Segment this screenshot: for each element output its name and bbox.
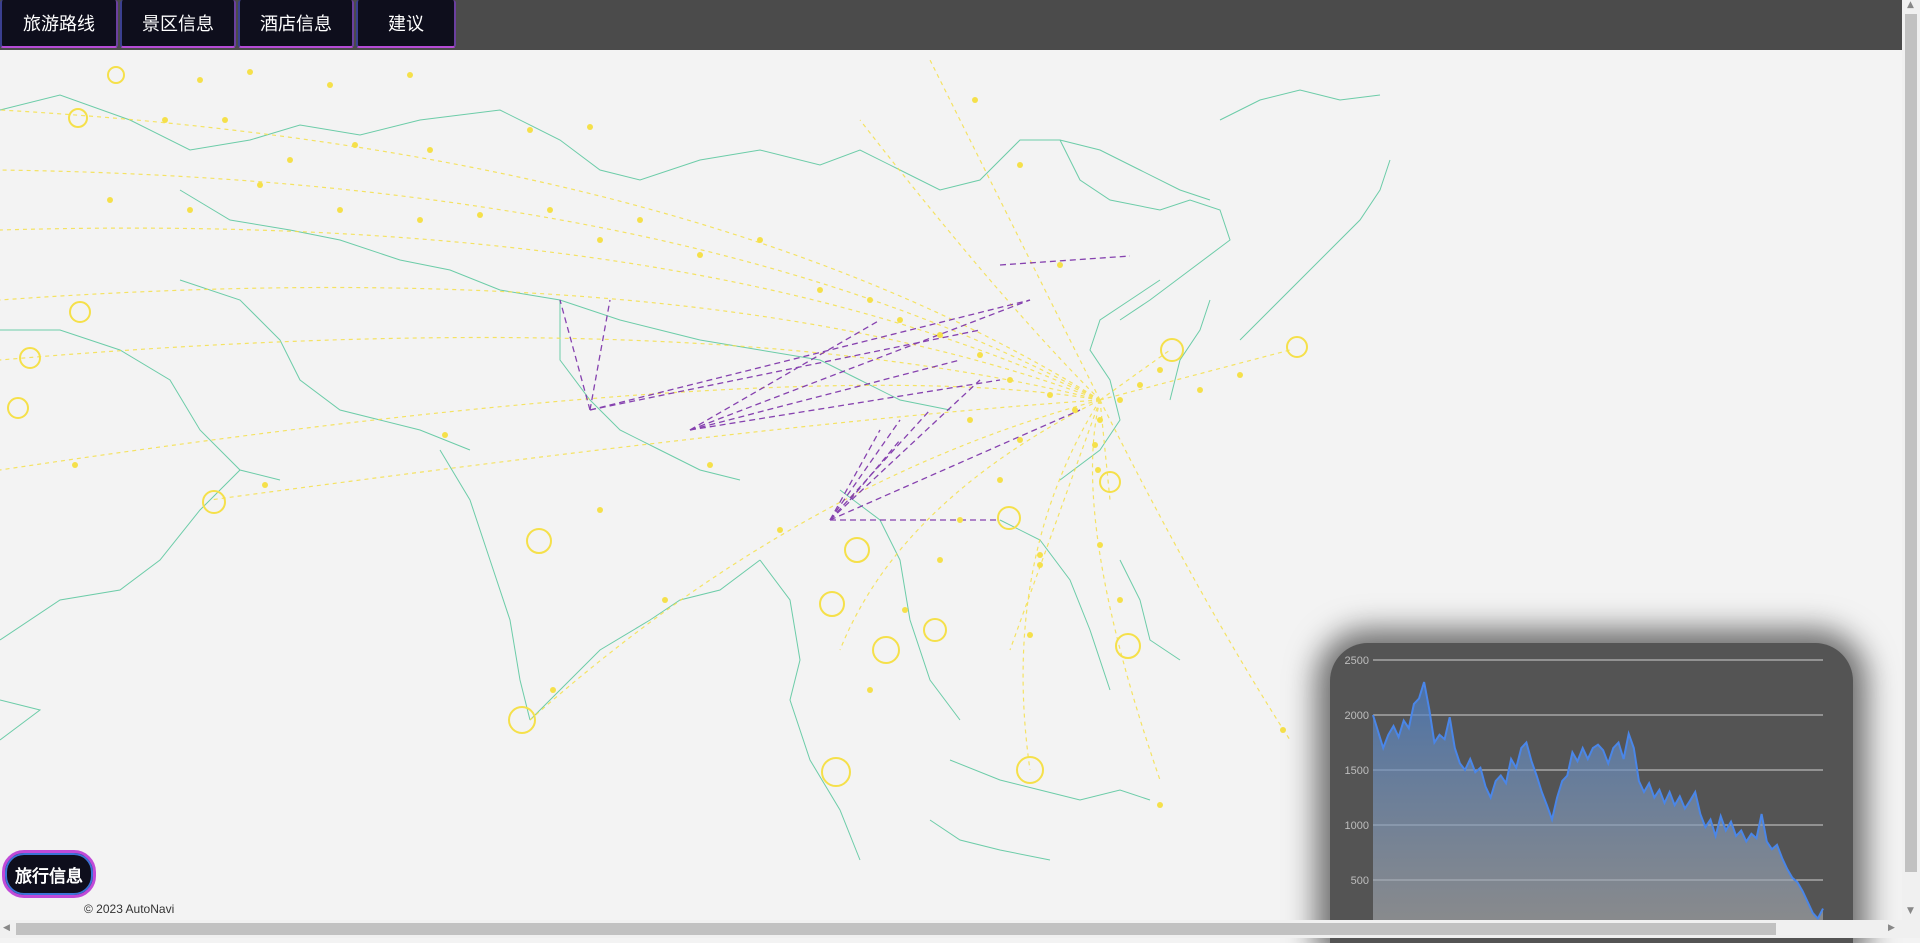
y-tick-label: 2000 [1345,710,1369,722]
nav-tab-scenic[interactable]: 景区信息 [120,0,236,48]
nav-tab-routes[interactable]: 旅游路线 [0,0,118,48]
plane-markers [72,69,1286,808]
y-tick-label: 1000 [1345,820,1369,832]
top-nav-bar: 旅游路线 景区信息 酒店信息 建议 [0,0,1902,50]
scroll-left-icon[interactable]: ◀ [3,923,10,933]
copyright-notice: © 2023 AutoNavi [84,902,175,916]
vertical-scrollbar[interactable]: ▲ ▼ [1902,0,1920,920]
series-area [1373,682,1823,935]
nav-tab-advice[interactable]: 建议 [356,0,456,48]
travel-info-button[interactable]: 旅行信息 [2,850,96,898]
vertical-scroll-thumb[interactable] [1905,14,1917,872]
city-markers [7,66,1308,787]
nav-tab-hotels[interactable]: 酒店信息 [238,0,354,48]
y-tick-label: 500 [1351,875,1369,887]
chart-panel: 500 1000 1500 2000 2500 [1330,643,1853,943]
horizontal-scrollbar[interactable]: ◀ ▶ [0,920,1920,938]
tour-routes-purple [559,255,1131,521]
scroll-down-icon[interactable]: ▼ [1907,906,1914,916]
y-tick-label: 1500 [1345,765,1369,777]
scroll-up-icon[interactable]: ▲ [1907,0,1914,10]
country-borders [0,89,1391,861]
y-tick-label: 2500 [1345,655,1369,667]
horizontal-scroll-thumb[interactable] [16,923,1776,935]
price-chart: 500 1000 1500 2000 2500 [1345,655,1824,935]
scroll-right-icon[interactable]: ▶ [1888,923,1895,933]
